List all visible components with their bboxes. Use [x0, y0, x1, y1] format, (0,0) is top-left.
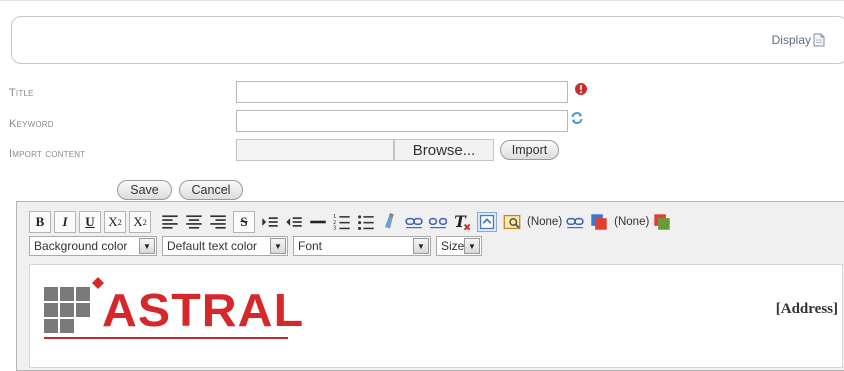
- strikethrough-button[interactable]: S: [233, 211, 255, 233]
- subscript-button[interactable]: X2: [104, 211, 126, 233]
- subscript-letter: X: [108, 214, 118, 229]
- align-left-icon[interactable]: [161, 213, 179, 231]
- numbered-list-icon[interactable]: 123: [333, 213, 351, 231]
- italic-button[interactable]: I: [54, 211, 76, 233]
- font-select[interactable]: Font ▼: [293, 236, 431, 256]
- style-none-label-2: (None): [614, 216, 650, 228]
- chevron-down-icon: ▼: [270, 238, 286, 254]
- link-icon[interactable]: [405, 213, 423, 231]
- chevron-down-icon: ▼: [464, 238, 480, 254]
- cancel-button[interactable]: Cancel: [179, 180, 243, 200]
- display-link[interactable]: Display: [772, 33, 825, 47]
- align-center-icon[interactable]: [185, 213, 203, 231]
- source-icon[interactable]: [477, 212, 497, 232]
- refresh-icon[interactable]: [570, 111, 584, 125]
- superscript-button[interactable]: X2: [129, 211, 151, 233]
- bold-button[interactable]: B: [29, 211, 51, 233]
- title-input[interactable]: [236, 81, 568, 103]
- title-label: Title: [9, 87, 34, 99]
- address-placeholder: [Address]: [775, 301, 838, 317]
- size-select[interactable]: Size ▼: [436, 236, 482, 256]
- formatting-toolbar: B I U X2 X2 S 123 T (None) (None): [29, 211, 677, 233]
- dropdown-toolbar: Background color ▼ Default text color ▼ …: [29, 236, 487, 256]
- document-icon: [813, 33, 825, 47]
- indent-icon[interactable]: [261, 213, 279, 231]
- table-color-icon[interactable]: [653, 213, 671, 231]
- header-panel: Display: [11, 16, 844, 64]
- chevron-down-icon: ▼: [413, 238, 429, 254]
- bullet-list-icon[interactable]: [357, 213, 375, 231]
- file-path-box[interactable]: [236, 139, 394, 161]
- text-color-value: Default text color: [167, 239, 258, 253]
- logo-underline: [44, 337, 288, 339]
- superscript-letter: X: [133, 214, 143, 229]
- keyword-label: Keyword: [9, 118, 54, 130]
- outdent-icon[interactable]: [285, 213, 303, 231]
- clear-formatting-icon[interactable]: T: [453, 213, 471, 231]
- top-divider: [0, 0, 844, 1]
- background-color-value: Background color: [34, 239, 128, 253]
- editor-content[interactable]: ASTRAL [Address]: [29, 264, 843, 368]
- import-content-label: Import content: [9, 148, 86, 160]
- horizontal-rule-icon[interactable]: [309, 213, 327, 231]
- size-value: Size: [441, 239, 465, 253]
- style-none-label-1: (None): [527, 216, 563, 228]
- save-button[interactable]: Save: [117, 180, 172, 200]
- import-button[interactable]: Import: [500, 140, 559, 160]
- keyword-input[interactable]: [236, 110, 568, 132]
- required-warning-icon: [575, 83, 587, 95]
- rich-text-editor: B I U X2 X2 S 123 T (None) (None) Backgr…: [16, 201, 844, 371]
- preview-icon[interactable]: [503, 213, 521, 231]
- display-label: Display: [771, 33, 811, 47]
- text-color-select[interactable]: Default text color ▼: [162, 236, 288, 256]
- paint-icon[interactable]: [381, 213, 399, 231]
- browse-button[interactable]: Browse...: [394, 139, 494, 161]
- align-right-icon[interactable]: [209, 213, 227, 231]
- font-value: Font: [298, 239, 323, 253]
- astral-logo-text: ASTRAL: [102, 284, 305, 336]
- underline-button[interactable]: U: [79, 211, 101, 233]
- astral-logo-mark: [44, 277, 104, 333]
- color-block-icon[interactable]: [590, 213, 608, 231]
- chevron-down-icon: ▼: [139, 238, 155, 254]
- unlink-icon[interactable]: [429, 213, 447, 231]
- svg-text:3: 3: [333, 226, 336, 231]
- link-style-icon[interactable]: [566, 213, 584, 231]
- background-color-select[interactable]: Background color ▼: [29, 236, 157, 256]
